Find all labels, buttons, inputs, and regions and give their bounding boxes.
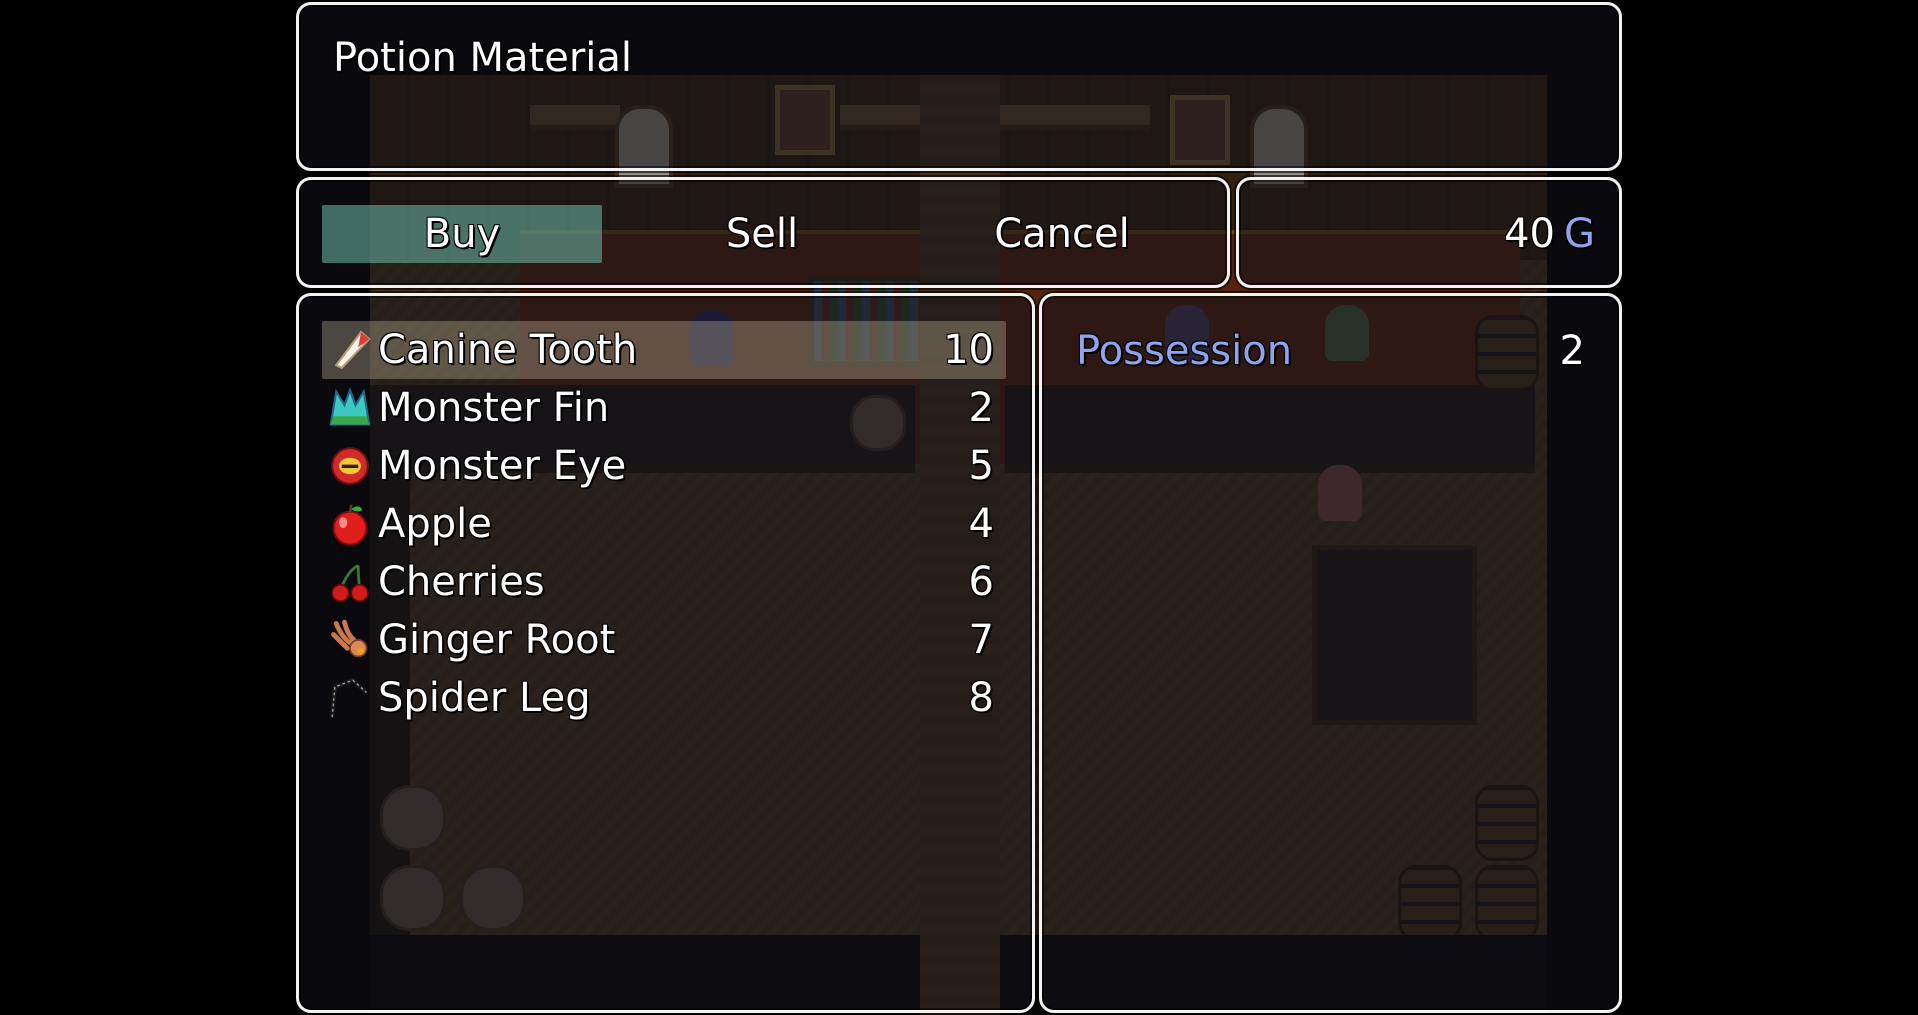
item-price: 2 [968, 385, 994, 431]
shop-command-window: Buy Sell Cancel [296, 177, 1230, 288]
item-name: Apple [378, 501, 492, 547]
gold-window: 40 G [1236, 177, 1622, 288]
item-status-window: Possession 2 [1039, 293, 1622, 1013]
item-name: Monster Fin [378, 385, 610, 431]
item-name: Monster Eye [378, 443, 627, 489]
gold-unit: G [1564, 211, 1595, 257]
buy-command[interactable]: Buy [322, 205, 602, 263]
item-name: Ginger Root [378, 617, 616, 663]
list-item-monster-eye[interactable]: Monster Eye 5 [322, 437, 1006, 495]
list-item-monster-fin[interactable]: Monster Fin 2 [322, 379, 1006, 437]
item-price: 6 [968, 559, 994, 605]
spider-leg-icon [330, 677, 368, 718]
item-name: Spider Leg [378, 675, 591, 721]
item-name: Canine Tooth [378, 327, 638, 373]
list-item-apple[interactable]: Apple 4 [322, 495, 1006, 553]
sell-command-label: Sell [725, 211, 799, 257]
list-item-canine-tooth[interactable]: Canine Tooth 10 [322, 321, 1006, 379]
list-item-spider-leg[interactable]: Spider Leg 8 [322, 669, 1006, 727]
item-name: Cherries [378, 559, 545, 605]
list-item-ginger-root[interactable]: Ginger Root 7 [322, 611, 1006, 669]
ginger-root-icon [331, 619, 368, 658]
monster-fin-icon [329, 387, 371, 426]
help-text: Potion Material [333, 35, 633, 81]
possession-value: 2 [1559, 328, 1585, 374]
buy-command-label: Buy [423, 211, 501, 257]
possession-label: Possession [1076, 328, 1293, 374]
list-item-cherries[interactable]: Cherries 6 [322, 553, 1006, 611]
monster-eye-icon [331, 447, 369, 485]
item-price: 4 [968, 501, 994, 547]
sell-command[interactable]: Sell [622, 205, 902, 263]
help-window: Potion Material [296, 2, 1622, 171]
cherries-icon [331, 564, 369, 603]
cancel-command-label: Cancel [994, 211, 1130, 257]
item-price: 5 [968, 443, 994, 489]
cancel-command[interactable]: Cancel [922, 205, 1202, 263]
item-price: 7 [968, 617, 994, 663]
apple-icon [332, 504, 368, 546]
canine-tooth-icon [334, 330, 371, 370]
gold-amount: 40 [1504, 211, 1555, 257]
item-price: 10 [943, 327, 994, 373]
item-price: 8 [968, 675, 994, 721]
buy-item-list-window: Canine Tooth 10 Monster Fin 2 Monster Ey… [296, 293, 1035, 1013]
